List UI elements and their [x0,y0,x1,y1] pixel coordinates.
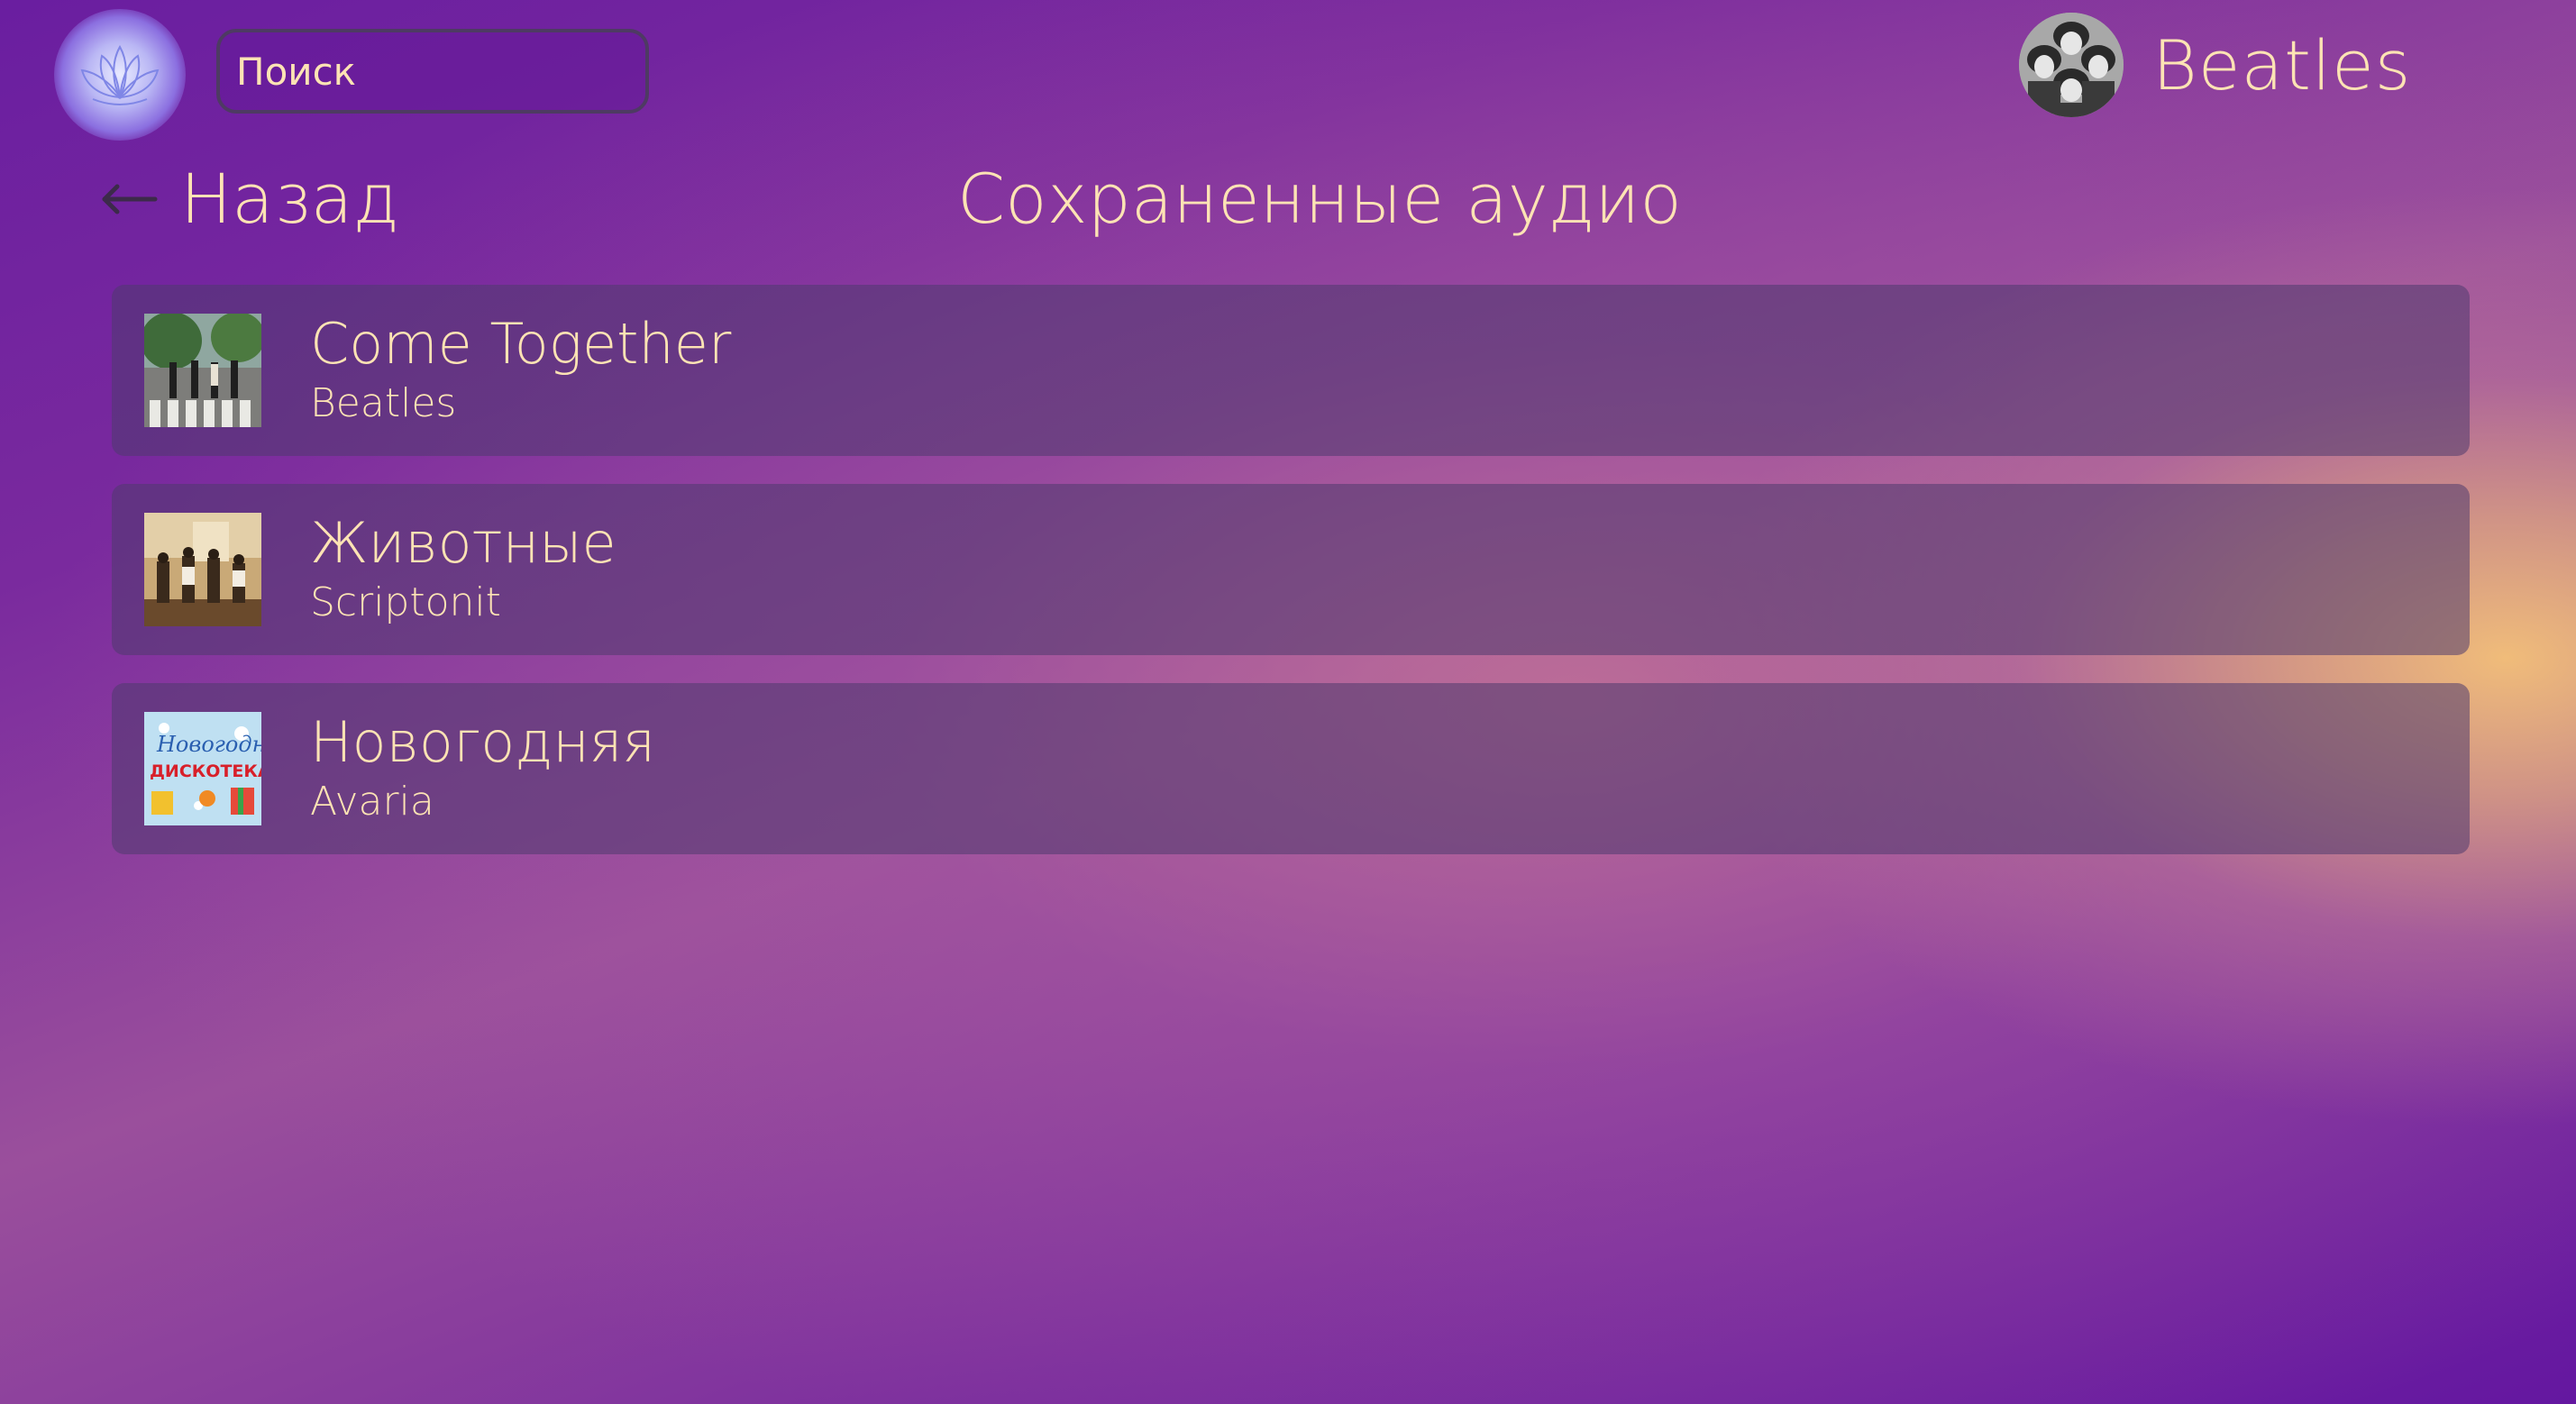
profile-name[interactable]: Beatles [2152,25,2411,105]
page-title: Сохраненные аудио [957,159,1682,239]
new-year-disco-cover: Новогодняя ДИСКОТЕКА [144,712,261,825]
svg-text:Новогодняя: Новогодняя [156,732,261,757]
track-artist: Avaria [310,779,434,825]
back-button[interactable]: Назад [99,159,399,239]
track-artist: Scriptonit [310,579,501,625]
track-artist: Beatles [310,380,457,426]
band-faces-icon [2019,13,2124,117]
track-item-novogodnyaya[interactable]: Новогодняя ДИСКОТЕКА Новогодняя Avaria [112,683,2470,854]
band-photo-avatar[interactable] [2019,13,2124,117]
search-input[interactable] [216,29,649,114]
track-item-zhivotnye[interactable]: Животные Scriptonit [112,484,2470,655]
track-title: Животные [310,510,617,576]
saved-audio-list: Come Together Beatles Животные Scriptoni… [112,285,2470,882]
track-title: Come Together [310,311,732,377]
track-title: Новогодняя [310,709,656,775]
profile[interactable]: Beatles [2019,13,2411,117]
back-label: Назад [180,159,399,239]
lotus-logo-icon[interactable] [54,9,186,141]
track-item-come-together[interactable]: Come Together Beatles [112,285,2470,456]
svg-text:ДИСКОТЕКА: ДИСКОТЕКА [150,761,261,781]
lotus-icon [80,44,160,105]
abbey-road-cover [144,314,261,427]
arrow-left-icon [102,184,158,214]
band-room-cover [144,513,261,626]
